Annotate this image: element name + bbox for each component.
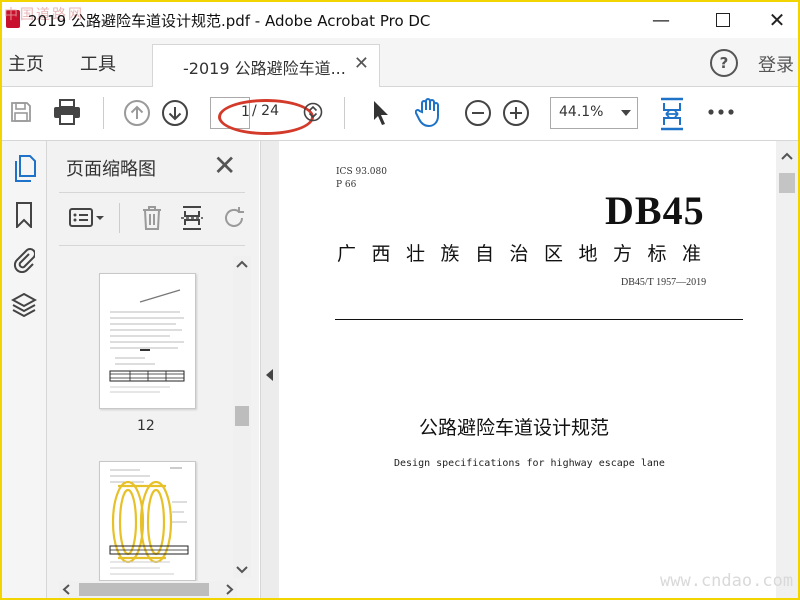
previous-page-button[interactable]	[121, 97, 153, 129]
document-tab-label: -2019 公路避险车道...	[183, 59, 346, 78]
more-dots-icon	[708, 109, 734, 115]
header-rule	[335, 319, 743, 320]
thumbnail-page-number: 12	[137, 418, 155, 434]
help-icon[interactable]: ?	[710, 49, 738, 77]
ics-code: ICS 93.080	[336, 167, 387, 177]
menu-tab-row: 主页 工具 -2019 公路避险车道... ✕ ? 登录	[2, 38, 798, 88]
page-spinner[interactable]	[302, 99, 324, 125]
scroll-right-arrow-icon	[226, 584, 234, 595]
delete-page-button[interactable]	[137, 201, 167, 235]
toolbar-separator	[103, 97, 104, 129]
next-page-button[interactable]	[159, 97, 191, 129]
save-icon	[11, 102, 31, 122]
window-title: 2019 公路避险车道设计规范.pdf - Adobe Acrobat Pro …	[28, 12, 431, 30]
printer-icon	[54, 99, 80, 125]
attachments-button[interactable]	[6, 241, 42, 277]
panel-divider	[59, 192, 245, 193]
close-icon: ✕	[768, 8, 786, 32]
zoom-level-select[interactable]: 44.1%	[550, 97, 638, 129]
save-button[interactable]	[6, 97, 36, 127]
document-page: ICS 93.080 P 66 DB45 广西壮族自治区地方标准 DB45/T …	[279, 141, 776, 598]
spinner-icon	[303, 102, 323, 122]
panel-title: 页面缩略图	[66, 159, 156, 180]
page-thumbnails-icon	[15, 155, 36, 182]
panel-separator	[119, 203, 120, 233]
scroll-up-arrow-icon	[236, 260, 248, 268]
trash-icon	[143, 206, 161, 230]
title-bar: 中国道路网 2019 公路避险车道设计规范.pdf - Adobe Acroba…	[2, 2, 798, 38]
main-toolbar: 1 / 24 44.1%	[2, 87, 798, 141]
standard-region-heading: 广西壮族自治区地方标准	[337, 243, 717, 265]
rotate-icon	[225, 207, 244, 227]
zoom-in-icon	[503, 100, 529, 126]
thumbnail-horizontal-scrollbar[interactable]	[59, 581, 237, 598]
page-thumbnails-panel: 页面缩略图 ✕ 12	[47, 141, 259, 598]
document-title-cn: 公路避险车道设计规范	[419, 417, 610, 439]
page-thumbnails-button[interactable]	[6, 151, 42, 187]
bookmark-icon	[16, 202, 32, 228]
arrow-down-circle-icon	[162, 100, 188, 126]
standard-code-heading: DB45	[605, 188, 705, 233]
panel-divider	[59, 245, 245, 246]
p-code: P 66	[336, 180, 357, 190]
document-tab[interactable]: -2019 公路避险车道... ✕	[152, 44, 380, 88]
chevron-down-icon	[621, 110, 631, 116]
collapse-panel-button[interactable]	[260, 141, 280, 598]
layers-icon	[11, 292, 37, 318]
close-tab-icon[interactable]: ✕	[354, 53, 369, 74]
page-thumbnail-preview	[109, 467, 189, 575]
thumbnail-options-button[interactable]	[67, 201, 107, 235]
scroll-left-arrow-icon	[62, 584, 70, 595]
page-thumbnail-preview	[109, 289, 185, 393]
fit-page-button[interactable]	[654, 95, 690, 133]
document-vertical-scrollbar[interactable]	[776, 141, 798, 598]
toolbar-separator	[344, 97, 345, 129]
hand-icon	[415, 98, 439, 127]
acrobat-window: 中国道路网 2019 公路避险车道设计规范.pdf - Adobe Acroba…	[0, 0, 800, 600]
red-annotation-circle	[218, 99, 314, 135]
scroll-down-arrow-icon	[236, 566, 248, 574]
arrow-up-circle-icon	[124, 100, 150, 126]
minimize-button[interactable]: —	[638, 2, 684, 38]
scrollbar-thumb[interactable]	[235, 406, 249, 426]
options-menu-icon	[69, 208, 104, 227]
maximize-icon	[716, 13, 730, 27]
rotate-page-button[interactable]	[219, 201, 249, 235]
site-watermark: www.cndao.com	[660, 571, 794, 591]
split-page-button[interactable]	[177, 201, 207, 235]
zoom-out-button[interactable]	[462, 97, 494, 129]
standard-number: DB45/T 1957—2019	[621, 277, 707, 288]
chevron-left-icon	[266, 369, 273, 381]
scrollbar-thumb[interactable]	[779, 173, 795, 193]
fit-width-icon	[661, 97, 683, 131]
zoom-in-button[interactable]	[500, 97, 532, 129]
close-panel-icon[interactable]: ✕	[213, 149, 236, 182]
hand-tool-button[interactable]	[412, 95, 446, 129]
close-button[interactable]: ✕	[754, 2, 798, 38]
scroll-up-arrow-icon	[781, 152, 793, 160]
login-link[interactable]: 登录	[758, 51, 794, 77]
thumbnail-vertical-scrollbar[interactable]	[233, 256, 251, 578]
select-tool-button[interactable]	[368, 97, 394, 129]
more-tools-button[interactable]	[706, 99, 736, 125]
cursor-arrow-icon	[374, 101, 388, 125]
menu-tools[interactable]: 工具	[80, 50, 116, 76]
zoom-out-icon	[465, 100, 491, 126]
maximize-button[interactable]	[700, 2, 746, 38]
document-title-en: Design specifications for highway escape…	[394, 458, 665, 469]
split-page-icon	[181, 206, 203, 230]
minimize-icon: —	[652, 9, 670, 31]
layers-button[interactable]	[6, 287, 42, 323]
print-button[interactable]	[50, 95, 84, 129]
navigation-pane-strip	[2, 141, 47, 598]
bookmarks-button[interactable]	[6, 197, 42, 233]
paperclip-icon	[13, 248, 35, 273]
page-thumbnail-13[interactable]	[99, 461, 196, 581]
menu-home[interactable]: 主页	[8, 50, 44, 76]
page-thumbnail-12[interactable]	[99, 273, 196, 409]
scrollbar-thumb[interactable]	[79, 583, 209, 596]
